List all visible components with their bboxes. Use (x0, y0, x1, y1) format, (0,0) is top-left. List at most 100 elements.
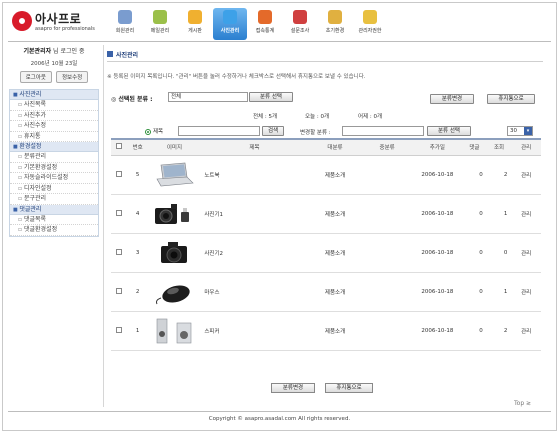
footer-copyright: Copyright © asapro.asadal.com All rights… (208, 416, 351, 422)
row-title[interactable]: 노트북 (200, 155, 309, 195)
laptop-thumbnail[interactable] (151, 158, 198, 191)
nav-item-4[interactable]: 접속통계 (248, 8, 282, 40)
login-status: 기본관리자 님 로그인 중 (9, 46, 99, 55)
logo-mark-icon (12, 11, 32, 31)
bottom-change-category-button[interactable]: 분류변경 (271, 383, 315, 393)
sidebar-item[interactable]: 기본환경설정 (10, 163, 98, 173)
sidebar-group-head[interactable]: 댓글관리 (10, 204, 98, 215)
sidebar: 기본관리자 님 로그인 중 2006년 10월 23일 로그아웃 정보수정 사진… (9, 45, 99, 237)
row-number: 5 (126, 155, 149, 195)
photo-table: 번호 이미지 제목 대분류 중분류 추가일 댓글 조회 관리 5 노트북 제품소개 2006-10-1… (111, 138, 541, 351)
sidebar-group-head[interactable]: 사진관리 (10, 90, 98, 100)
notice-text: ※ 등록된 이미지 목록입니다. "관리" 버튼을 눌러 수정하거나 체크박스로… (107, 74, 366, 80)
search-input[interactable] (178, 126, 260, 136)
row-comments: 0 (462, 233, 487, 273)
sidebar-item[interactable]: 댓글목록 (10, 215, 98, 225)
select-all-checkbox[interactable] (115, 143, 122, 150)
row-manage-link[interactable]: 관리 (511, 155, 541, 195)
row-comments: 0 (462, 155, 487, 195)
nav-item-1[interactable]: 메일관리 (143, 8, 177, 40)
row-category-minor (361, 233, 413, 273)
table-row: 4 사진기1 제품소개 2006-10-18 0 1 관리 (111, 194, 541, 234)
row-manage-link[interactable]: 관리 (511, 272, 541, 312)
sidebar-item[interactable]: 분류관리 (10, 152, 98, 163)
column-header: 추가일 (412, 138, 463, 156)
move-to-trash-button[interactable]: 휴지통으로 (487, 94, 535, 104)
bottom-move-to-trash-button[interactable]: 휴지통으로 (325, 383, 373, 393)
sidebar-item[interactable]: 디자인설정 (10, 184, 98, 194)
nav-item-5[interactable]: 설문조사 (283, 8, 317, 40)
nav-icon (118, 10, 132, 24)
row-title[interactable]: 마우스 (200, 272, 309, 312)
sidebar-item[interactable]: 댓글환경설정 (10, 225, 98, 236)
row-checkbox[interactable] (115, 170, 122, 177)
category-select-button[interactable]: 분류 선택 (249, 92, 293, 102)
row-category-minor (361, 272, 413, 312)
row-checkbox-cell[interactable] (111, 233, 127, 273)
column-header: 중분류 (361, 138, 413, 156)
sidebar-item[interactable]: 사진수정 (10, 121, 98, 132)
row-thumbnail-cell[interactable] (148, 272, 201, 312)
page-size-select[interactable]: 30 ▾ (507, 126, 533, 136)
change-category-button[interactable]: 분류변경 (430, 94, 474, 104)
selected-category-field[interactable]: 전체 (168, 92, 248, 102)
row-checkbox-cell[interactable] (111, 311, 127, 351)
row-thumbnail-cell[interactable] (148, 233, 201, 273)
select-all-header[interactable] (111, 138, 127, 156)
row-manage-link[interactable]: 관리 (511, 311, 541, 351)
row-thumbnail-cell[interactable] (148, 194, 201, 234)
row-checkbox[interactable] (115, 209, 122, 216)
sidebar-item[interactable]: 사진목록 (10, 100, 98, 111)
camera-set-thumbnail[interactable] (151, 197, 198, 230)
edit-info-button[interactable]: 정보수정 (56, 71, 89, 83)
row-thumbnail-cell[interactable] (148, 311, 201, 351)
sidebar-group-head[interactable]: 환경설정 (10, 142, 98, 152)
footer-divider (8, 411, 551, 412)
row-category-major: 제품소개 (308, 233, 362, 273)
search-button[interactable]: 검색 (262, 126, 284, 136)
speakers-thumbnail[interactable] (151, 314, 198, 347)
row-checkbox-cell[interactable] (111, 155, 127, 195)
row-checkbox[interactable] (115, 287, 122, 294)
row-title[interactable]: 사진기2 (200, 233, 309, 273)
row-checkbox[interactable] (115, 326, 122, 333)
login-date: 2006년 10월 23일 (30, 61, 78, 67)
nav-icon (363, 10, 377, 24)
nav-item-3[interactable]: 사진관리 (213, 8, 247, 40)
mouse-thumbnail[interactable] (151, 275, 198, 308)
nav-item-6[interactable]: 초기환경 (318, 8, 352, 40)
nav-icon (188, 10, 202, 24)
camera-thumbnail[interactable] (151, 236, 198, 269)
row-thumbnail-cell[interactable] (148, 155, 201, 195)
logout-button[interactable]: 로그아웃 (19, 71, 52, 83)
top-navigation: 회원관리 메일관리 게시판 사진관리 접속통계 설문조사 초기환경 관리자권한 (108, 8, 388, 40)
row-checkbox-cell[interactable] (111, 194, 127, 234)
search-field-option[interactable]: 제목 (145, 127, 163, 135)
sidebar-item[interactable]: 문구관리 (10, 194, 98, 205)
app-logo[interactable]: 아사프로 asapro for professionals (12, 9, 104, 37)
row-comments: 0 (462, 194, 487, 234)
nav-item-0[interactable]: 회원관리 (108, 8, 142, 40)
row-title[interactable]: 사진기1 (200, 194, 309, 234)
row-manage-link[interactable]: 관리 (511, 233, 541, 273)
row-checkbox-cell[interactable] (111, 272, 127, 312)
sidebar-item[interactable]: 휴지통 (10, 132, 98, 142)
row-title[interactable]: 스피커 (200, 311, 309, 351)
change-to-category-field[interactable] (342, 126, 424, 136)
row-checkbox[interactable] (115, 248, 122, 255)
back-to-top-link[interactable]: Top ≳ (514, 400, 531, 407)
nav-label: 초기환경 (325, 28, 345, 34)
row-views: 2 (486, 311, 512, 351)
change-to-category-select-button[interactable]: 분류 선택 (427, 126, 471, 136)
nav-item-2[interactable]: 게시판 (178, 8, 212, 40)
nav-item-7[interactable]: 관리자권한 (353, 8, 387, 40)
row-manage-link[interactable]: 관리 (511, 194, 541, 234)
sidebar-item[interactable]: 자동슬라이드설정 (10, 173, 98, 184)
row-comments: 0 (462, 272, 487, 312)
radio-icon (145, 128, 151, 135)
nav-label: 설문조사 (290, 28, 310, 34)
sidebar-item[interactable]: 사진추가 (10, 111, 98, 121)
nav-label: 관리자권한 (358, 28, 382, 34)
row-category-minor (361, 311, 413, 351)
row-views: 2 (486, 155, 512, 195)
